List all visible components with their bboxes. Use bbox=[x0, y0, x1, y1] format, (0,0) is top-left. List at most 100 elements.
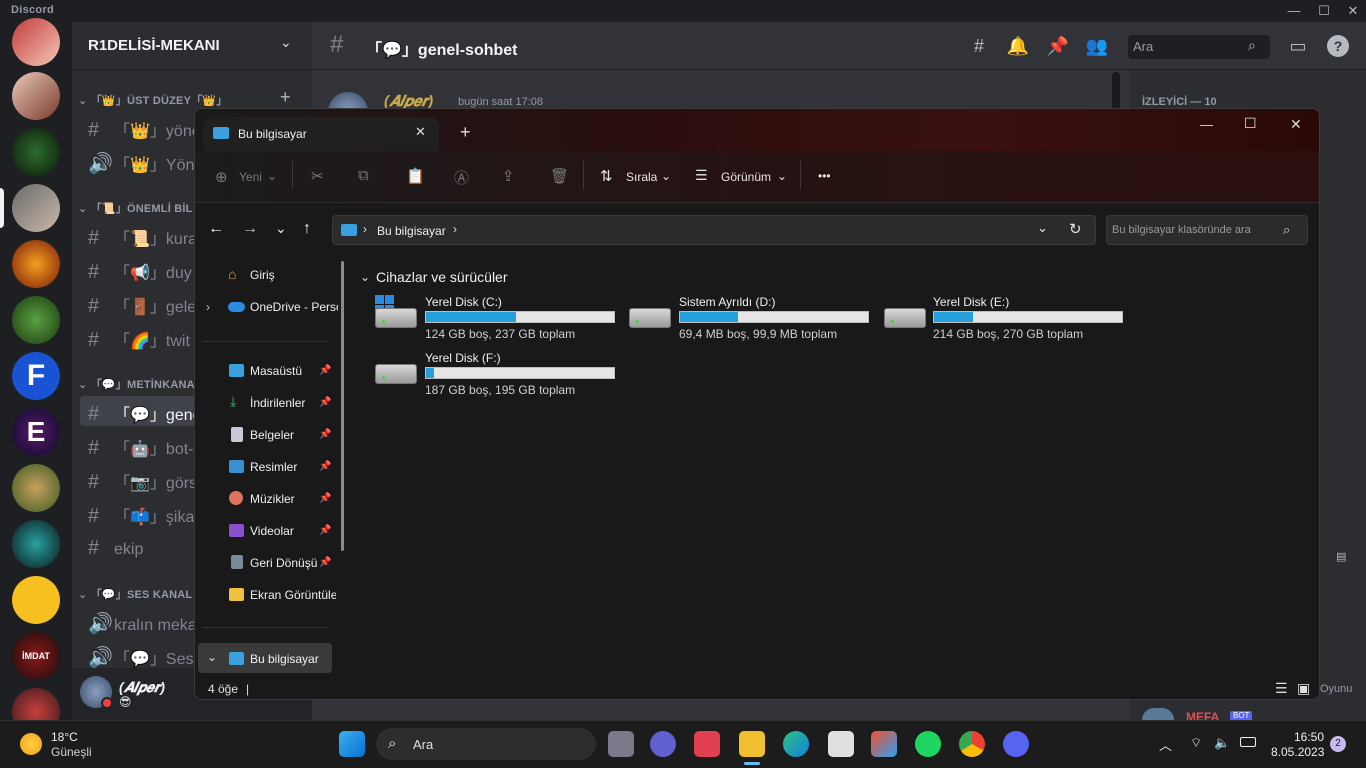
category-header[interactable]: ⌄ 「📜」ÖNEMLİ BİL bbox=[78, 200, 193, 216]
channel-item[interactable]: 🔊「👑」Yönet bbox=[88, 151, 208, 176]
weather-icon[interactable] bbox=[20, 733, 42, 755]
volume-icon[interactable]: 🔈 bbox=[1214, 735, 1230, 751]
nav-item-desktop[interactable]: Masaüstü bbox=[250, 364, 302, 378]
nav-scrollbar[interactable] bbox=[341, 261, 344, 551]
copy-icon[interactable]: ⧉ bbox=[358, 167, 369, 184]
nav-item-recycle-bin[interactable]: Geri Dönüşüm bbox=[250, 556, 318, 570]
server-icon[interactable] bbox=[12, 18, 60, 66]
server-icon[interactable] bbox=[12, 520, 60, 568]
wifi-icon[interactable]: ⌔ bbox=[1190, 735, 1202, 751]
server-icon[interactable] bbox=[12, 296, 60, 344]
server-icon[interactable] bbox=[12, 464, 60, 512]
chevron-down-icon[interactable]: ⌄ bbox=[280, 34, 292, 51]
category-header[interactable]: ⌄ 「👑」ÜST DÜZEY「👑」 bbox=[78, 92, 227, 108]
close-tab-icon[interactable]: ✕ bbox=[415, 124, 426, 140]
nav-item-pictures[interactable]: Resimler bbox=[250, 460, 297, 474]
nav-item-videos[interactable]: Videolar bbox=[250, 524, 294, 538]
discord-minimize-button[interactable]: — bbox=[1277, 0, 1311, 22]
weather-condition[interactable]: Güneşli bbox=[51, 745, 92, 759]
drive-icon[interactable] bbox=[375, 308, 417, 328]
tray-overflow-icon[interactable]: ︿ bbox=[1159, 735, 1172, 754]
drive-icon[interactable] bbox=[884, 308, 926, 328]
discord-icon[interactable] bbox=[1003, 731, 1029, 757]
channel-item[interactable]: # ekip bbox=[88, 537, 143, 560]
chevron-down-icon[interactable]: ⌄ bbox=[207, 650, 217, 664]
explorer-minimize-button[interactable]: — bbox=[1200, 117, 1213, 132]
drive-name[interactable]: Yerel Disk (C:) bbox=[425, 295, 502, 309]
spotify-icon[interactable] bbox=[915, 731, 941, 757]
battery-icon[interactable] bbox=[1240, 737, 1256, 747]
section-header-devices[interactable]: Cihazlar ve sürücüler bbox=[376, 269, 508, 285]
new-button[interactable]: Yeni bbox=[239, 170, 262, 184]
view-button[interactable]: Görünüm bbox=[721, 170, 771, 184]
drive-name[interactable]: Yerel Disk (F:) bbox=[425, 351, 501, 365]
back-arrow-icon[interactable]: ← bbox=[208, 220, 224, 238]
scrollbar[interactable] bbox=[1112, 72, 1120, 112]
edge-icon[interactable] bbox=[783, 731, 809, 757]
members-icon[interactable]: 👥 bbox=[1085, 34, 1109, 58]
threads-icon[interactable]: # bbox=[967, 34, 991, 58]
snipping-tool-icon[interactable] bbox=[694, 731, 720, 757]
server-icon[interactable]: İMDAT bbox=[12, 632, 60, 680]
clock-date[interactable]: 8.05.2023 bbox=[1271, 745, 1324, 759]
drive-name[interactable]: Yerel Disk (E:) bbox=[933, 295, 1009, 309]
file-explorer-icon[interactable] bbox=[739, 731, 765, 757]
up-arrow-icon[interactable]: ↑ bbox=[303, 220, 311, 238]
cut-icon[interactable]: ✂ bbox=[311, 167, 324, 185]
tiles-view-icon[interactable]: ▣ bbox=[1297, 680, 1310, 697]
channel-item[interactable]: # 「🌈」twit bbox=[88, 327, 190, 352]
nav-item-onedrive[interactable]: OneDrive - Perso bbox=[250, 300, 338, 314]
inbox-icon[interactable]: ▭ bbox=[1286, 34, 1310, 58]
server-icon[interactable] bbox=[12, 240, 60, 288]
channel-item[interactable]: # 「🚪」gele bbox=[88, 293, 196, 318]
nav-item-this-pc[interactable]: Bu bilgisayar bbox=[250, 652, 319, 666]
chevron-right-icon[interactable]: › bbox=[206, 300, 210, 314]
nav-item-documents[interactable]: Belgeler bbox=[250, 428, 294, 442]
help-icon[interactable]: ? bbox=[1327, 35, 1349, 57]
notification-bell-icon[interactable]: 🔔 bbox=[1006, 34, 1030, 58]
drive-icon[interactable] bbox=[375, 364, 417, 384]
channel-item[interactable]: 🔊「💬」Ses bbox=[88, 645, 194, 670]
address-bar[interactable] bbox=[332, 215, 1096, 245]
address-history-icon[interactable]: ⌄ bbox=[1037, 220, 1048, 236]
roblox-icon[interactable] bbox=[828, 731, 854, 757]
channel-item[interactable]: 🔊kralın meka bbox=[88, 611, 197, 636]
recent-locations-icon[interactable]: ⌄ bbox=[275, 220, 287, 237]
member-avatar[interactable] bbox=[1142, 708, 1174, 720]
channel-item[interactable]: # 「📢」duy bbox=[88, 259, 192, 284]
category-header[interactable]: ⌄ 「💬」SES KANAL bbox=[78, 586, 192, 602]
weather-temp[interactable]: 18°C bbox=[51, 730, 78, 744]
channel-item[interactable]: # 「👑」yönet bbox=[88, 117, 205, 142]
server-icon[interactable] bbox=[12, 184, 60, 232]
channel-item[interactable]: # 「📫」şika bbox=[88, 503, 194, 528]
channel-item[interactable]: # 「🤖」bot- bbox=[88, 435, 194, 460]
refresh-icon[interactable]: ↻ bbox=[1069, 220, 1082, 238]
channel-item[interactable]: # 「📜」kura bbox=[88, 225, 197, 250]
add-channel-icon[interactable]: + bbox=[280, 87, 291, 108]
server-icon[interactable] bbox=[12, 128, 60, 176]
server-name[interactable]: R1DELİSİ-MEKANI bbox=[88, 37, 220, 54]
chrome-icon[interactable] bbox=[959, 731, 985, 757]
server-icon[interactable]: E bbox=[12, 408, 60, 456]
new-tab-button[interactable]: + bbox=[460, 122, 471, 143]
store-icon[interactable] bbox=[871, 731, 897, 757]
paste-icon[interactable]: 📋 bbox=[406, 167, 425, 185]
explorer-maximize-button[interactable]: ☐ bbox=[1244, 115, 1257, 132]
category-header[interactable]: ⌄ 「💬」METİNKANA bbox=[78, 376, 195, 392]
sort-button[interactable]: Sırala bbox=[626, 170, 657, 184]
breadcrumb-this-pc[interactable]: Bu bilgisayar bbox=[377, 224, 446, 238]
drive-icon[interactable] bbox=[629, 308, 671, 328]
rename-icon[interactable]: Ⓐ bbox=[454, 167, 469, 188]
server-icon[interactable] bbox=[12, 576, 60, 624]
more-options-button[interactable]: ••• bbox=[818, 169, 831, 183]
pin-icon[interactable]: 📌 bbox=[1046, 34, 1070, 58]
teams-chat-icon[interactable] bbox=[650, 731, 676, 757]
nav-item-music[interactable]: Müzikler bbox=[250, 492, 295, 506]
nav-item-screenshots[interactable]: Ekran Görüntüle bbox=[250, 588, 336, 602]
delete-icon[interactable]: 🗑 bbox=[550, 167, 569, 185]
channel-item-active[interactable]: # 「💬」genel bbox=[88, 401, 205, 426]
task-view-icon[interactable] bbox=[608, 731, 634, 757]
clock-time[interactable]: 16:50 bbox=[1294, 730, 1324, 744]
server-icon[interactable] bbox=[12, 72, 60, 120]
nav-item-home[interactable]: Giriş bbox=[250, 268, 275, 282]
